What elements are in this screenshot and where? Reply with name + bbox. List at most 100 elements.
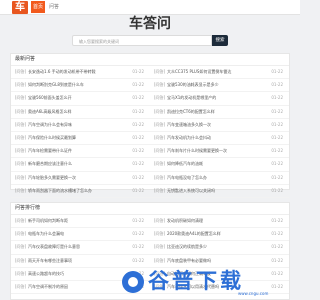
item-question-link[interactable]: 2020款奥迪A4L的配置怎么样 (167, 228, 267, 240)
list-item[interactable]: [问答] 无钥匙进入系统可以关闭吗 01-22 (150, 185, 289, 198)
watermark-url: www.cngu.com (238, 291, 269, 296)
item-question-link[interactable]: 汽车发动机为什么会抖动 (167, 132, 267, 144)
item-tag[interactable]: [问答] (15, 66, 26, 78)
item-question-link[interactable]: 如何判断别克GL8到底是什么车 (28, 79, 128, 91)
item-date: 01-22 (132, 95, 144, 101)
item-tag[interactable]: [问答] (154, 185, 165, 197)
list-item[interactable]: [问答] 2020款奥迪A4L的配置怎么样 01-22 (150, 228, 289, 242)
list-item[interactable]: [问答] 宝马X1的发动机是哪里产的 01-22 (150, 92, 289, 106)
item-tag[interactable]: [问答] (15, 241, 26, 253)
item-tag[interactable]: [问答] (154, 228, 165, 240)
item-tag[interactable]: [问答] (15, 255, 26, 267)
item-question-link[interactable]: 高速公路超车的技巧 (28, 268, 128, 280)
item-question-link[interactable]: 汽车电瓶没电了怎么办 (167, 172, 267, 184)
item-question-link[interactable]: 轿车雨刮器下面的流水槽堵了怎么办 (28, 185, 128, 197)
list-item[interactable]: [问答] 凯迪拉克CT6的配置怎么样 01-22 (150, 106, 289, 119)
item-date: 01-22 (132, 82, 144, 88)
item-tag[interactable]: [问答] (154, 119, 165, 131)
item-tag[interactable]: [问答] (15, 158, 26, 170)
item-tag[interactable]: [问答] (154, 106, 165, 118)
item-question-link[interactable]: 雨天开车有哪些注意事项 (28, 255, 128, 267)
item-question-link[interactable]: 新车磨合期应该注意什么 (28, 158, 128, 170)
item-question-link[interactable]: 大众CC375 PLUS如何设置倒车雷达 (167, 66, 267, 78)
item-tag[interactable]: [问答] (15, 92, 26, 104)
item-question-link[interactable]: 宝骏530的油耗表显示是多少 (167, 79, 267, 91)
item-tag[interactable]: [问答] (154, 92, 165, 104)
item-tag[interactable]: [问答] (15, 215, 26, 227)
item-question-link[interactable]: 宝马X1的发动机是哪里产的 (167, 92, 267, 104)
list-item[interactable]: [问答] 如何降低汽车的油耗 01-22 (150, 158, 289, 172)
item-question-link[interactable]: 比亚迪汉的续航是多少 (167, 241, 267, 253)
list-item[interactable]: [问答] 汽车空调为什么会有异味 01-22 (11, 119, 150, 132)
nav-qa[interactable]: 问答 (49, 1, 59, 13)
item-tag[interactable]: [问答] (154, 145, 165, 157)
item-question-link[interactable]: 汽车空调为什么会有异味 (28, 119, 128, 131)
item-tag[interactable]: [问答] (154, 172, 165, 184)
list-item[interactable]: [问答] 新车磨合期应该注意什么 01-22 (11, 158, 150, 172)
item-date: 01-22 (271, 161, 283, 167)
item-tag[interactable]: [问答] (15, 268, 26, 280)
item-question-link[interactable]: 如何降低汽车的油耗 (167, 158, 267, 170)
item-tag[interactable]: [问答] (154, 79, 165, 91)
item-question-link[interactable]: 汽车仪表盘故障灯是什么意思 (28, 241, 128, 253)
list-item[interactable]: [问答] 新手司机如何判断车距 01-22 (11, 215, 150, 229)
item-question-link[interactable]: 汽车刹车片什么时候需要更换一次 (167, 145, 267, 157)
list-item[interactable]: [问答] 汽车变速箱油多久换一次 01-22 (150, 119, 289, 132)
list-item[interactable]: [问答] 汽车轮胎多久需要更换一次 01-22 (11, 172, 150, 185)
list-item[interactable]: [问答] 汽车电瓶没电了怎么办 01-22 (150, 172, 289, 185)
item-tag[interactable]: [问答] (15, 281, 26, 293)
item-question-link[interactable]: 汽车年检需要带什么证件 (28, 145, 128, 157)
list-item[interactable]: [问答] 长安逸动1.6 手动的发动机带不带转毂 01-22 (11, 66, 150, 80)
search-button[interactable]: 搜索 (212, 35, 228, 46)
list-item[interactable]: [问答] 雨天开车有哪些注意事项 01-22 (11, 255, 150, 268)
item-tag[interactable]: [问答] (15, 79, 26, 91)
item-question-link[interactable]: 汽车底盘装甲有必要做吗 (167, 255, 267, 267)
item-tag[interactable]: [问答] (15, 172, 26, 184)
item-question-link[interactable]: 新手司机如何判断车距 (28, 215, 128, 227)
item-tag[interactable]: [问答] (15, 145, 26, 157)
item-tag[interactable]: [问答] (15, 185, 26, 197)
list-item[interactable]: [问答] 宝骏530的油耗表显示是多少 01-22 (150, 79, 289, 93)
item-question-link[interactable]: 汽车变速箱油多久换一次 (167, 119, 267, 131)
list-item[interactable]: [问答] 汽车保险什么时候买最划算 01-22 (11, 132, 150, 146)
list-item[interactable]: [问答] 比亚迪汉的续航是多少 01-22 (150, 241, 289, 255)
item-question-link[interactable]: 汽车空调不制冷的原因 (28, 281, 128, 293)
list-item[interactable]: [问答] 发动机积碳如何清理 01-22 (150, 215, 289, 229)
item-question-link[interactable]: 宝骏560前面头盖怎么开 (28, 92, 128, 104)
item-question-link[interactable]: 汽车保险什么时候买最划算 (28, 132, 128, 144)
item-date: 01-22 (132, 257, 144, 263)
list-item[interactable]: [问答] 汽车发动机为什么会抖动 01-22 (150, 132, 289, 146)
list-item[interactable]: [问答] 大众CC375 PLUS如何设置倒车雷达 01-22 (150, 66, 289, 80)
item-tag[interactable]: [问答] (15, 228, 26, 240)
item-question-link[interactable]: 汽车轮胎多久需要更换一次 (28, 172, 128, 184)
item-question-link[interactable]: 奥迪A6L高级风格怎么样 (28, 106, 128, 118)
item-tag[interactable]: [问答] (154, 66, 165, 78)
list-item[interactable]: [问答] 汽车底盘装甲有必要做吗 01-22 (150, 255, 289, 268)
item-tag[interactable]: [问答] (15, 106, 26, 118)
list-item[interactable]: [问答] 汽车刹车片什么时候需要更换一次 01-22 (150, 145, 289, 159)
search-input[interactable]: 输入您要搜索的关键词 (72, 35, 212, 46)
list-item[interactable]: [问答] 汽车仪表盘故障灯是什么意思 01-22 (11, 241, 150, 255)
site-logo[interactable]: 车 (12, 1, 28, 14)
item-tag[interactable]: [问答] (154, 132, 165, 144)
item-tag[interactable]: [问答] (15, 132, 26, 144)
list-item[interactable]: [问答] 轿车雨刮器下面的流水槽堵了怎么办 01-22 (11, 185, 150, 198)
item-date: 01-22 (132, 231, 144, 237)
item-tag[interactable]: [问答] (154, 255, 165, 267)
list-item[interactable]: [问答] 宝骏560前面头盖怎么开 01-22 (11, 92, 150, 106)
list-item[interactable]: [问答] 如何判断别克GL8到底是什么车 01-22 (11, 79, 150, 93)
list-item[interactable]: [问答] 电瓶车为什么会漏电 01-22 (11, 228, 150, 242)
item-tag[interactable]: [问答] (154, 215, 165, 227)
item-tag[interactable]: [问答] (154, 158, 165, 170)
item-question-link[interactable]: 发动机积碳如何清理 (167, 215, 267, 227)
item-question-link[interactable]: 无钥匙进入系统可以关闭吗 (167, 185, 267, 197)
nav-home[interactable]: 首页 (31, 1, 45, 13)
item-question-link[interactable]: 长安逸动1.6 手动的发动机带不带转毂 (28, 66, 128, 78)
list-item[interactable]: [问答] 奥迪A6L高级风格怎么样 01-22 (11, 106, 150, 119)
list-item[interactable]: [问答] 汽车年检需要带什么证件 01-22 (11, 145, 150, 159)
item-tag[interactable]: [问答] (154, 241, 165, 253)
item-date: 01-22 (132, 161, 144, 167)
item-question-link[interactable]: 电瓶车为什么会漏电 (28, 228, 128, 240)
item-tag[interactable]: [问答] (15, 119, 26, 131)
item-question-link[interactable]: 凯迪拉克CT6的配置怎么样 (167, 106, 267, 118)
